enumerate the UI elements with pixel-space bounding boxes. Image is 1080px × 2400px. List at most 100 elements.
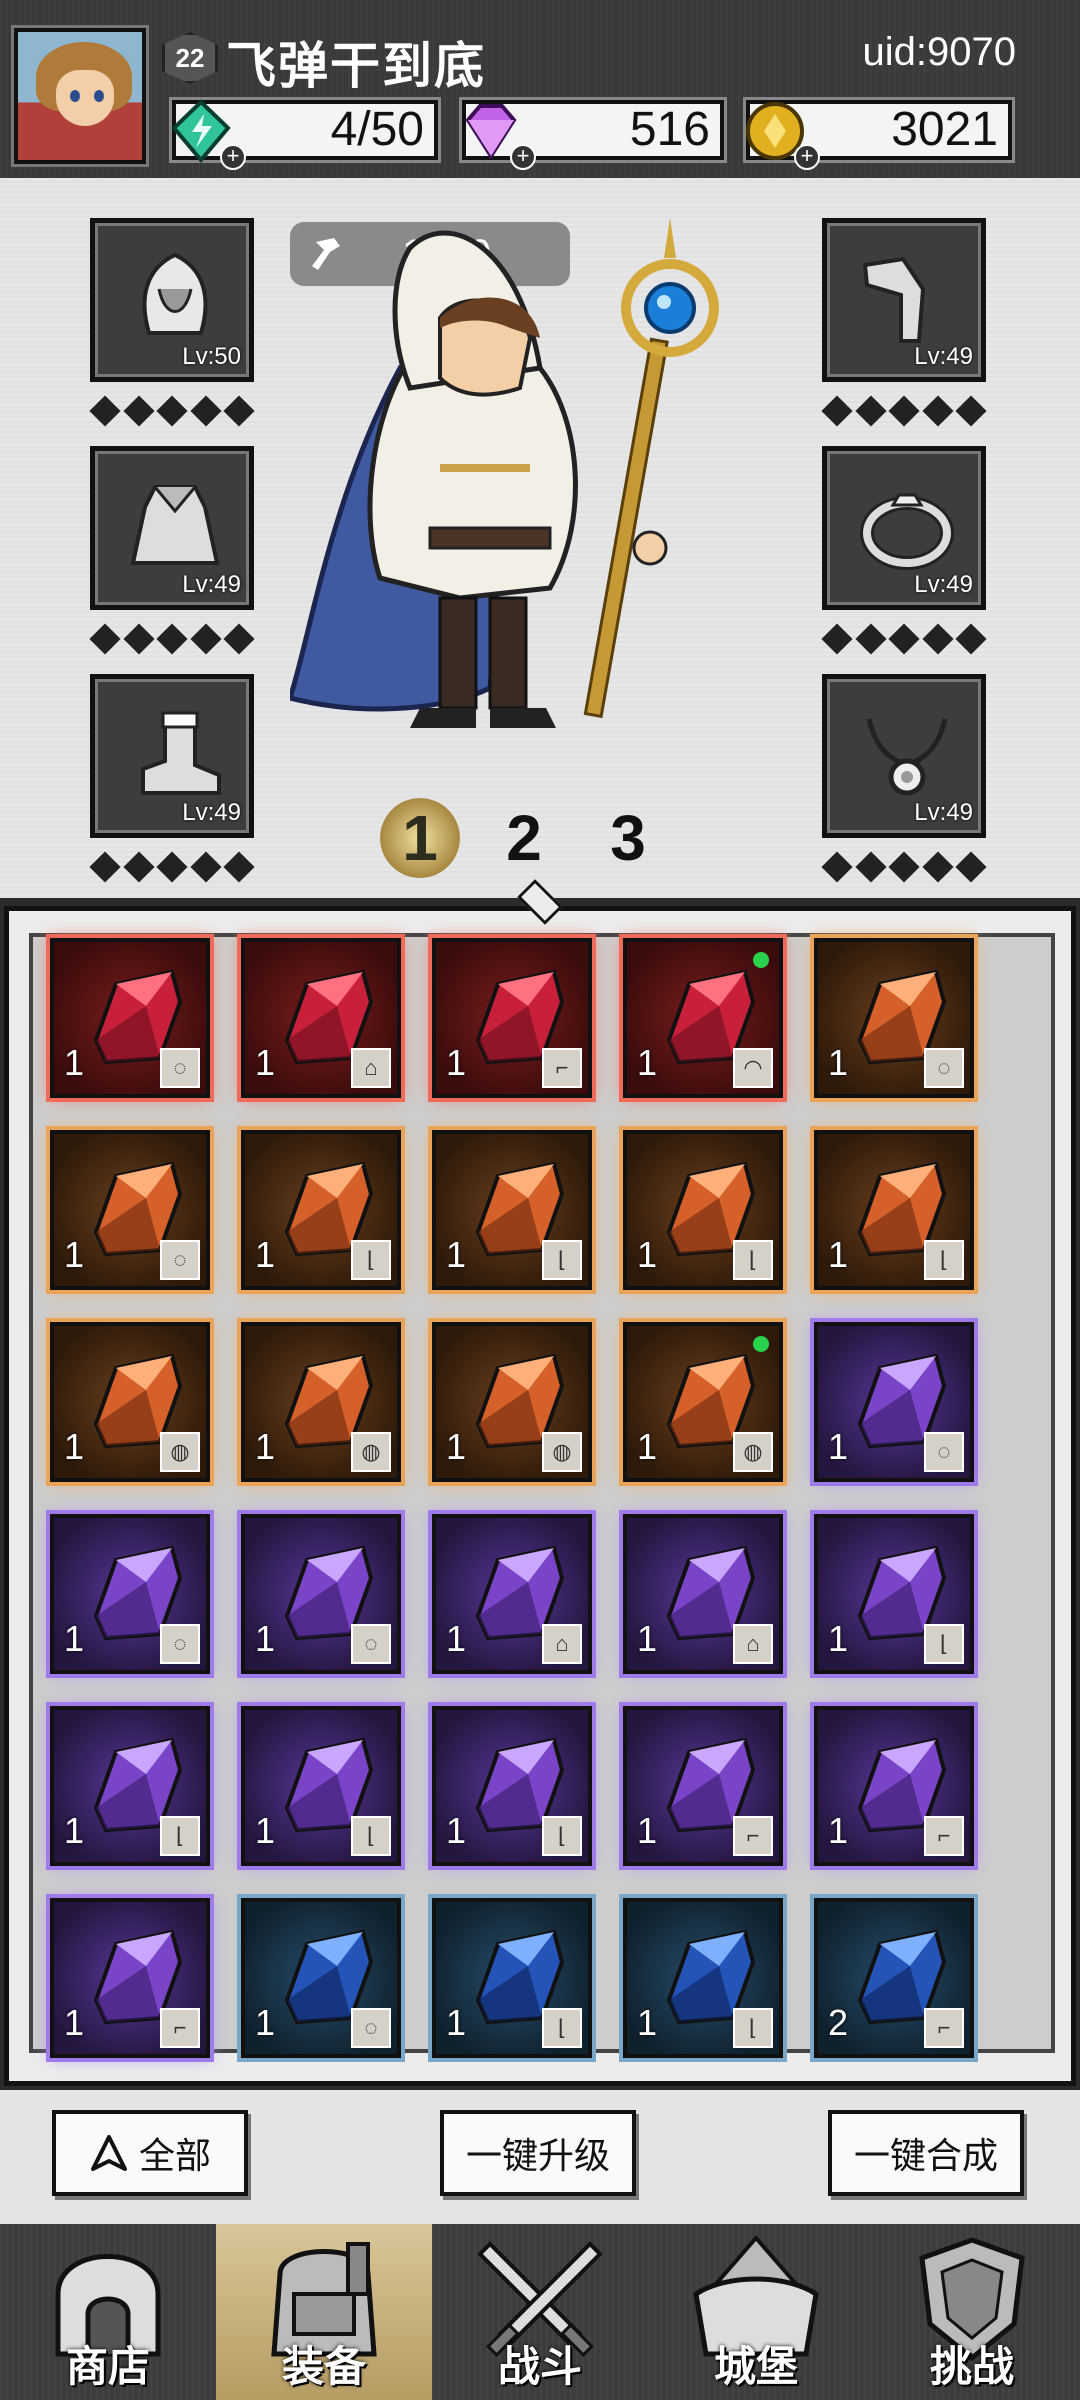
filter-all-button[interactable]: 全部 (52, 2110, 248, 2196)
boots-type-icon: ⌊ (351, 1240, 391, 1280)
inventory-item[interactable]: 1 ⌊ (432, 1898, 592, 2058)
helmet-type-icon: ◠ (733, 1048, 773, 1088)
inventory-item[interactable]: 1 ◌ (50, 938, 210, 1098)
inventory-item[interactable]: 1 ◌ (814, 1322, 974, 1482)
inventory-item[interactable]: 1 ⌊ (432, 1706, 592, 1866)
item-count: 1 (255, 1810, 276, 1851)
gem-value: 516 (629, 103, 710, 156)
item-count: 1 (64, 1426, 85, 1467)
item-count: 1 (64, 1810, 85, 1851)
boots-type-icon: ⌊ (351, 1816, 391, 1856)
item-count: 1 (64, 1042, 85, 1083)
equip-slot-boots[interactable]: Lv:49 (90, 674, 254, 838)
gold-value: 3021 (891, 103, 998, 156)
bracer-type-icon: ⌐ (924, 2008, 964, 2048)
new-item-dot (753, 952, 769, 968)
bracer-type-icon: ⌐ (924, 1816, 964, 1856)
filter-all-label: 全部 (138, 2136, 211, 2177)
inventory-item[interactable]: 2 ⌐ (814, 1898, 974, 2058)
inventory-item[interactable]: 1 ◍ (432, 1322, 592, 1482)
inventory-item[interactable]: 1 ⌂ (432, 1514, 592, 1674)
equip-slot-ring[interactable]: Lv:49 (822, 446, 986, 610)
merge-all-label: 一键合成 (853, 2136, 998, 2177)
cape-type-icon: ⌂ (351, 1048, 391, 1088)
slot-level: Lv:49 (914, 571, 973, 598)
boots-type-icon: ⌊ (733, 2008, 773, 2048)
equipment-set-2[interactable]: 2 (484, 798, 564, 878)
inventory-item[interactable]: 1 ⌐ (623, 1706, 783, 1866)
inventory-item[interactable]: 1 ⌐ (50, 1898, 210, 2058)
add-gold-button[interactable]: + (794, 144, 820, 170)
energy-counter: 4/50 + (171, 99, 438, 170)
hero-mage-figure[interactable] (290, 218, 790, 818)
amulet-type-icon: ◍ (160, 1432, 200, 1472)
amulet-stars (821, 851, 987, 883)
inventory-item[interactable]: 1 ◠ (623, 938, 783, 1098)
slot-level: Lv:49 (182, 799, 241, 826)
bracer-stars (821, 395, 987, 427)
slot-level: Lv:49 (182, 571, 241, 598)
amulet-type-icon: ◍ (733, 1432, 773, 1472)
equip-slot-cape[interactable]: Lv:49 (90, 446, 254, 610)
add-gem-button[interactable]: + (510, 144, 536, 170)
nav-label-equipment: 装备 (281, 2342, 366, 2391)
player-avatar[interactable] (14, 28, 146, 164)
hood-type-icon: ◌ (160, 1624, 200, 1664)
upgrade-all-label: 一键升级 (465, 2136, 610, 2177)
nav-tab-battle[interactable]: 战斗 (432, 2224, 648, 2400)
merge-all-button[interactable]: 一键合成 (828, 2110, 1024, 2196)
inventory-item[interactable]: 1 ◌ (814, 938, 974, 1098)
nav-tab-shop[interactable]: 商店 (0, 2224, 216, 2400)
inventory-item[interactable]: 1 ◌ (241, 1898, 401, 2058)
nav-tab-equipment[interactable]: 装备 (216, 2224, 432, 2400)
inventory-item[interactable]: 1 ◍ (50, 1322, 210, 1482)
inventory-item[interactable]: 1 ◍ (241, 1322, 401, 1482)
inventory-item[interactable]: 1 ⌊ (241, 1706, 401, 1866)
inventory-item[interactable]: 1 ◍ (623, 1322, 783, 1482)
amulet-icon (866, 718, 948, 796)
bracer-type-icon: ⌐ (733, 1816, 773, 1856)
inventory-item[interactable]: 1 ⌂ (241, 938, 401, 1098)
inventory-item[interactable]: 1 ◌ (50, 1514, 210, 1674)
boots-type-icon: ⌊ (733, 1240, 773, 1280)
slot-level: Lv:49 (914, 799, 973, 826)
inventory-item[interactable]: 1 ◌ (50, 1130, 210, 1290)
triangle-filter-icon (90, 2135, 127, 2171)
ring-stars (821, 623, 987, 655)
item-count: 1 (828, 1426, 849, 1467)
gem-counter: 516 + (462, 100, 724, 170)
item-count: 1 (637, 1042, 658, 1083)
player-uid: uid:9070 (862, 30, 1016, 74)
inventory-item[interactable]: 1 ⌊ (623, 1898, 783, 2058)
hood-type-icon: ◌ (160, 1240, 200, 1280)
equipment-set-1[interactable]: 1 (380, 798, 460, 878)
equip-slot-bracer[interactable]: Lv:49 (822, 218, 986, 382)
boots-type-icon: ⌊ (542, 1240, 582, 1280)
bracer-type-icon: ⌐ (542, 1048, 582, 1088)
inventory-item[interactable]: 1 ⌐ (432, 938, 592, 1098)
inventory-actions-bar: 全部 一键升级 一键合成 (0, 2090, 1080, 2224)
nav-tab-challenge[interactable]: 挑战 (864, 2224, 1080, 2400)
item-count: 1 (637, 1618, 658, 1659)
boot-icon (141, 711, 221, 795)
equip-slot-hood[interactable]: Lv:50 (90, 218, 254, 382)
inventory-item[interactable]: 1 ◌ (241, 1514, 401, 1674)
inventory-item[interactable]: 1 ⌂ (623, 1514, 783, 1674)
inventory-item[interactable]: 1 ⌊ (623, 1130, 783, 1290)
inventory-item[interactable]: 1 ⌊ (241, 1130, 401, 1290)
item-count: 1 (255, 1234, 276, 1275)
equipment-set-3[interactable]: 3 (588, 798, 668, 878)
add-energy-button[interactable]: + (220, 144, 246, 170)
equip-slot-amulet[interactable]: Lv:49 (822, 674, 986, 838)
inventory-item[interactable]: 1 ⌐ (814, 1706, 974, 1866)
item-count: 1 (828, 1042, 849, 1083)
inventory-item[interactable]: 1 ⌊ (50, 1706, 210, 1866)
boots-type-icon: ⌊ (924, 1624, 964, 1664)
inventory-item[interactable]: 1 ⌊ (814, 1514, 974, 1674)
inventory-item[interactable]: 1 ⌊ (432, 1130, 592, 1290)
inventory-item[interactable]: 1 ⌊ (814, 1130, 974, 1290)
upgrade-all-button[interactable]: 一键升级 (440, 2110, 636, 2196)
hood-type-icon: ◌ (160, 1048, 200, 1088)
nav-tab-castle[interactable]: 城堡 (648, 2224, 864, 2400)
top-header: 22 飞弹干到底 uid:9070 4/50 + 516 + 3021 + (0, 0, 1080, 178)
